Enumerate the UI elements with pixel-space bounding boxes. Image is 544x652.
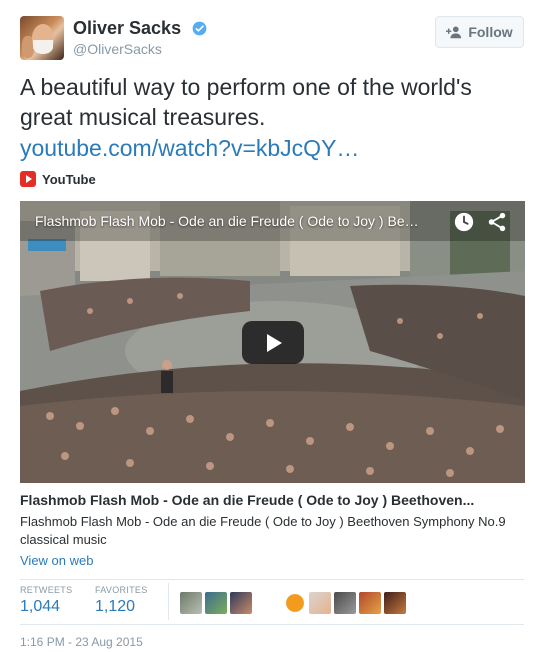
avatar[interactable] — [230, 592, 252, 614]
card-source[interactable]: YouTube — [20, 171, 96, 187]
favorites-count[interactable]: 1,120 — [95, 598, 148, 616]
tweet-link[interactable]: youtube.com/watch?v=kbJcQY… — [20, 133, 359, 163]
follow-person-icon — [446, 26, 462, 39]
user-avatar[interactable] — [20, 16, 64, 60]
retweets-stat[interactable]: RETWEETS 1,044 — [20, 585, 72, 616]
youtube-icon — [20, 171, 36, 187]
avatar[interactable] — [180, 592, 202, 614]
card-title[interactable]: Flashmob Flash Mob - Ode an die Freude (… — [20, 492, 524, 508]
avatar[interactable] — [205, 592, 227, 614]
favorites-label: FAVORITES — [95, 585, 148, 595]
favorites-stat[interactable]: FAVORITES 1,120 — [95, 585, 148, 616]
card-description: Flashmob Flash Mob - Ode an die Freude (… — [20, 514, 506, 547]
avatar[interactable] — [309, 592, 331, 614]
stats-divider-bottom — [20, 624, 524, 625]
favoriter-avatars-more — [284, 592, 406, 614]
retweets-label: RETWEETS — [20, 585, 73, 595]
avatar[interactable] — [359, 592, 381, 614]
share-icon[interactable] — [486, 211, 508, 233]
follow-button-label: Follow — [468, 24, 513, 40]
avatar[interactable] — [284, 592, 306, 614]
play-icon[interactable] — [242, 321, 304, 364]
stats-separator — [168, 583, 169, 620]
stats-divider-top — [20, 579, 524, 580]
video-title[interactable]: Flashmob Flash Mob - Ode an die Freude (… — [35, 213, 445, 229]
tweet-timestamp[interactable]: 1:16 PM - 23 Aug 2015 — [20, 635, 143, 649]
user-name[interactable]: Oliver Sacks — [73, 18, 181, 39]
follow-button[interactable]: Follow — [435, 16, 524, 48]
view-on-web-link[interactable]: View on web — [20, 553, 93, 568]
favoriter-avatars — [180, 592, 252, 614]
retweets-count[interactable]: 1,044 — [20, 598, 72, 616]
card-source-label: YouTube — [42, 171, 96, 187]
video-player[interactable]: Flashmob Flash Mob - Ode an die Freude (… — [20, 201, 525, 483]
avatar[interactable] — [334, 592, 356, 614]
tweet-text: A beautiful way to perform one of the wo… — [20, 74, 472, 130]
tweet-header: Oliver Sacks @OliverSacks Follow — [20, 16, 524, 64]
avatar[interactable] — [384, 592, 406, 614]
clock-icon[interactable] — [453, 211, 475, 233]
verified-icon — [192, 21, 207, 36]
user-handle[interactable]: @OliverSacks — [73, 41, 162, 57]
